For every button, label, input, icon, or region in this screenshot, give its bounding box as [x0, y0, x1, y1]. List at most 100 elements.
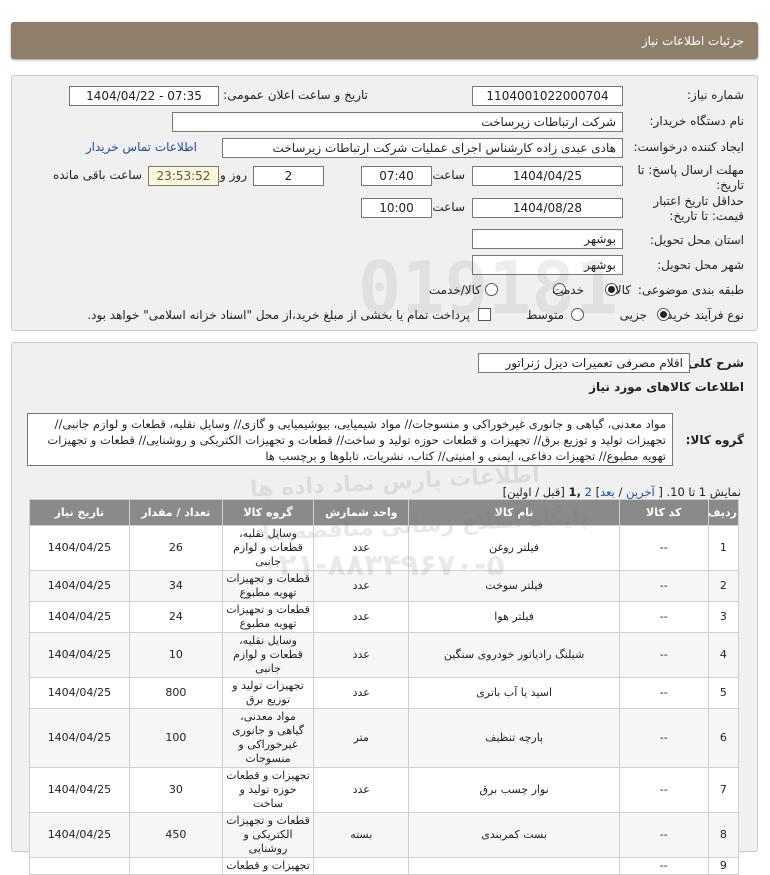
cell-row-number: 3: [707, 601, 740, 633]
cell-unit: عدد: [313, 677, 410, 709]
process-radio-medium[interactable]: [571, 308, 584, 321]
items-table-body: 1 -- فیلتر روغن عدد وسایل نقلیه، قطعات و لوا…: [29, 525, 740, 875]
page-title-bar: جزئیات اطلاعات نیاز: [11, 22, 758, 59]
cell-need-date: 1404/04/25: [29, 525, 130, 571]
cell-need-date: 1404/04/25: [29, 601, 130, 633]
pagination-last-link[interactable]: آخرین: [626, 485, 655, 499]
days-label: روز و: [220, 168, 247, 182]
cell-unit: بسته: [313, 812, 410, 858]
cell-need-date: 1404/04/25: [29, 632, 130, 678]
cell-quantity: 34: [128, 570, 224, 602]
table-row: 7 -- نوار چسب برق عدد تجهیزات و قطعات حوزه ت…: [29, 767, 740, 813]
cell-group: وسایل نقلیه، قطعات و لوازم جانبی: [221, 632, 315, 678]
deadline-time-label: ساعت: [432, 168, 465, 182]
page-title: جزئیات اطلاعات نیاز: [641, 34, 744, 48]
cell-item-code: --: [618, 601, 709, 633]
days-field: 2: [253, 166, 324, 186]
process-radio-minor[interactable]: [657, 308, 670, 321]
category-option-goods: کالا: [614, 283, 631, 297]
cell-unit: عدد: [313, 601, 410, 633]
treasury-payment-checkbox[interactable]: [478, 308, 491, 321]
col-header-item-code: کد کالا: [618, 499, 709, 526]
province-label: استان محل تحویل:: [649, 233, 744, 247]
cell-need-date: 1404/04/25: [29, 708, 130, 768]
table-row: 4 -- شیلنگ رادیاتور خودروی سنگین عدد وسایل ن…: [29, 632, 740, 678]
cell-need-date: [29, 857, 130, 875]
cell-quantity: 800: [128, 677, 224, 709]
buyer-org-field: شرکت ارتباطات زیرساخت: [172, 112, 623, 132]
cell-unit: متر: [313, 708, 410, 768]
general-desc-field: اقلام مصرفی تعمیرات دیزل ژنراتور: [478, 353, 690, 373]
cell-item-name: فیلتر سوخت: [408, 570, 620, 602]
category-option-service: خدمت: [552, 283, 584, 297]
cell-item-name: پارچه تنظیف: [408, 708, 620, 768]
cell-group: تجهیزات تولید و توزیع برق: [221, 677, 315, 709]
deadline-date-field: 1404/04/25: [472, 166, 623, 186]
process-option-medium: متوسط: [526, 308, 564, 322]
price-validity-time-field: 10:00: [361, 198, 432, 218]
creator-label: ایجاد کننده درخواست:: [633, 140, 744, 154]
cell-unit: عدد: [313, 570, 410, 602]
city-field: بوشهر: [472, 255, 623, 275]
price-validity-label: حداقل تاریخ اعتبار قیمت: تا تاریخ:: [653, 194, 744, 223]
goods-group-label: گروه کالا:: [685, 433, 744, 447]
deadline-time-field: 07:40: [361, 166, 432, 186]
col-header-quantity: تعداد / مقدار: [128, 499, 224, 526]
cell-item-code: --: [618, 812, 709, 858]
cell-need-date: 1404/04/25: [29, 677, 130, 709]
cell-row-number: 6: [707, 708, 740, 768]
province-field: بوشهر: [472, 229, 623, 249]
table-row: 5 -- اسید یا آب باتری عدد تجهیزات تولید و تو…: [29, 677, 740, 709]
pagination-page-2-link[interactable]: 2: [585, 485, 592, 499]
cell-quantity: 450: [128, 812, 224, 858]
table-row: 3 -- فیلتر هوا عدد قطعات و تجهیزات تهویه مطب…: [29, 601, 740, 633]
cell-group: قطعات و تجهیزات تهویه مطبوع: [221, 570, 315, 602]
table-row: 9 -- تجهیزات و قطعات: [29, 857, 740, 875]
need-number-label: شماره نیاز:: [687, 88, 744, 102]
cell-quantity: [128, 857, 224, 875]
cell-row-number: 2: [707, 570, 740, 602]
cell-row-number: 1: [707, 525, 740, 571]
cell-item-name: فیلتر روغن: [408, 525, 620, 571]
table-row: 1 -- فیلتر روغن عدد وسایل نقلیه، قطعات و لوا…: [29, 525, 740, 571]
announce-field: 1404/04/22 - 07:35: [69, 86, 219, 106]
remaining-time-field: 23:53:52: [148, 166, 219, 186]
price-validity-date-field: 1404/08/28: [472, 198, 623, 218]
pagination-rest: [قبل / اولین]: [502, 485, 565, 499]
cell-item-code: --: [618, 708, 709, 768]
cell-item-name: بست کمربندی: [408, 812, 620, 858]
table-header-row: ردیف کد کالا نام کالا واحد شمارش گروه کا…: [29, 499, 740, 526]
cell-group: وسایل نقلیه، قطعات و لوازم جانبی: [221, 525, 315, 571]
cell-group: قطعات و تجهیزات الکتریکی و روشنایی: [221, 812, 315, 858]
cell-row-number: 5: [707, 677, 740, 709]
cell-item-code: --: [618, 632, 709, 678]
cell-quantity: 30: [128, 767, 224, 813]
cell-quantity: 24: [128, 601, 224, 633]
buyer-contact-link[interactable]: اطلاعات تماس خریدار: [86, 140, 197, 154]
announce-label: تاریخ و ساعت اعلان عمومی:: [223, 88, 368, 102]
pagination-separator: /: [618, 485, 623, 499]
col-header-unit: واحد شمارش: [313, 499, 410, 526]
cell-quantity: 26: [128, 525, 224, 571]
col-header-item-name: نام کالا: [408, 499, 620, 526]
col-header-need-date: تاریخ نیاز: [29, 499, 130, 526]
cell-unit: عدد: [313, 632, 410, 678]
cell-item-code: --: [618, 677, 709, 709]
items-table: ردیف کد کالا نام کالا واحد شمارش گروه کا…: [29, 499, 740, 875]
cell-item-name: [408, 857, 620, 875]
pagination-next-link[interactable]: بعد: [600, 485, 615, 499]
pagination-current-page: ,1: [568, 485, 581, 499]
cell-need-date: 1404/04/25: [29, 767, 130, 813]
cell-row-number: 4: [707, 632, 740, 678]
process-option-minor: جزیی: [619, 308, 647, 322]
table-row: 6 -- پارچه تنظیف متر مواد معدنی، گیاهی و جان…: [29, 708, 740, 768]
cell-group: تجهیزات و قطعات حوزه تولید و ساخت: [221, 767, 315, 813]
col-header-group: گروه کالا: [221, 499, 315, 526]
cell-group: قطعات و تجهیزات تهویه مطبوع: [221, 601, 315, 633]
process-label: نوع فرآیند خرید :: [659, 308, 744, 322]
category-radio-goods-service[interactable]: [485, 283, 498, 296]
cell-quantity: 100: [128, 708, 224, 768]
category-option-goods-service: کالا/خدمت: [428, 283, 481, 297]
cell-row-number: 7: [707, 767, 740, 813]
cell-group: مواد معدنی، گیاهی و جانوری غیرخوراکی و م…: [221, 708, 315, 768]
